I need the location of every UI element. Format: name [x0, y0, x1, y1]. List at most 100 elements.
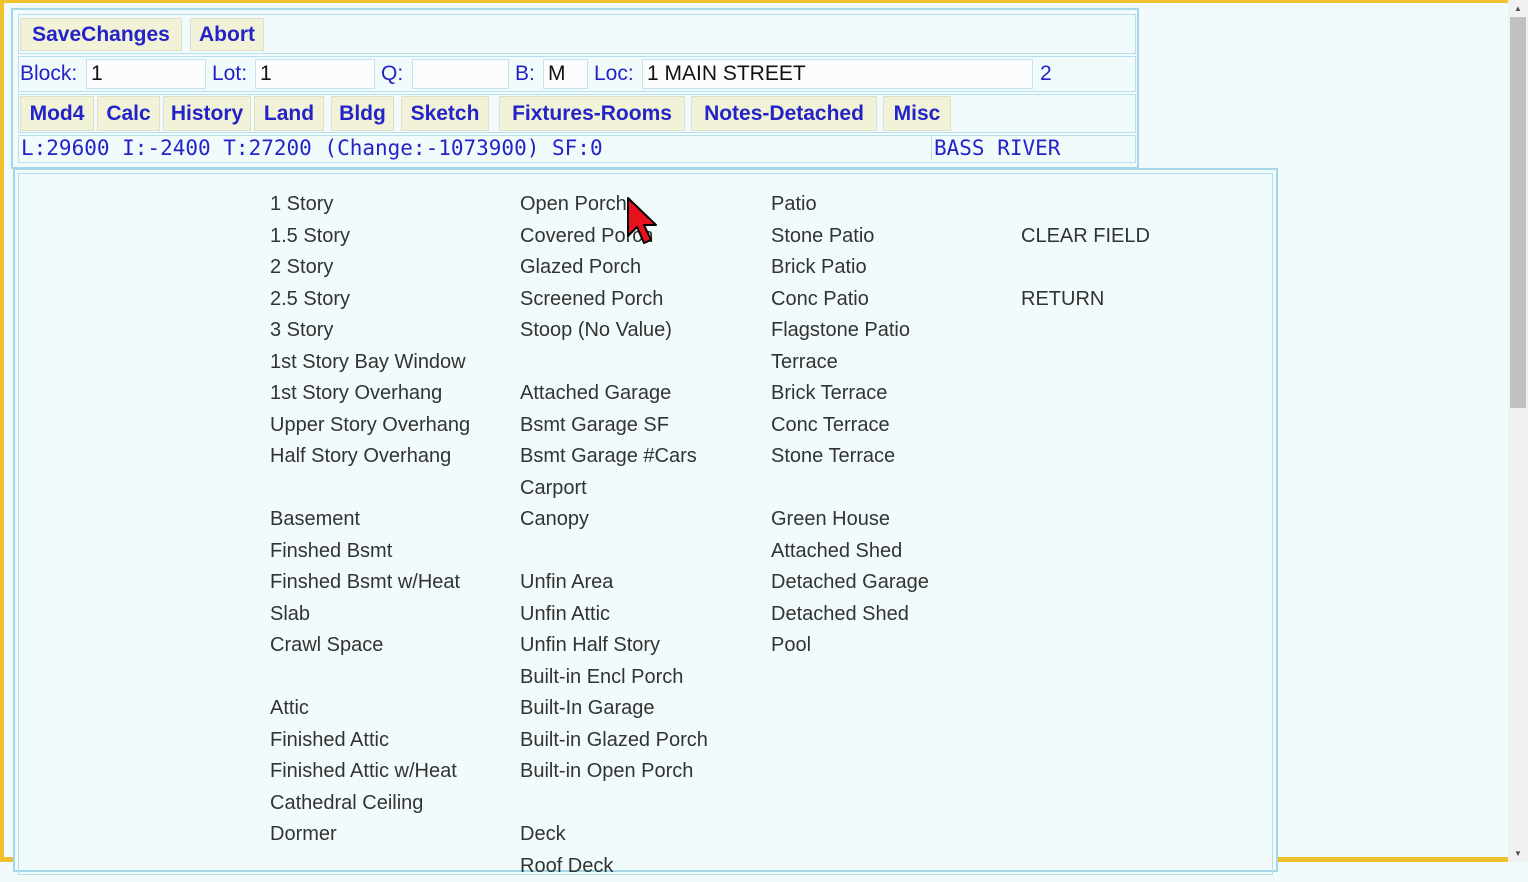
property-id-bar: Block: 1 Lot: 1 Q: B: M Loc: 1 MAIN STRE… — [18, 56, 1136, 92]
feature-item[interactable]: Cathedral Ceiling — [270, 788, 470, 820]
feature-item[interactable]: Half Story Overhang — [270, 441, 470, 473]
feature-item[interactable]: Patio — [771, 189, 929, 221]
save-changes-button[interactable]: SaveChanges — [20, 18, 182, 51]
feature-item[interactable]: Pool — [771, 630, 929, 662]
window-frame-top — [0, 0, 1508, 3]
feature-item[interactable]: Finished Attic w/Heat — [270, 756, 470, 788]
feature-item[interactable]: Bsmt Garage SF — [520, 410, 708, 442]
tab-mod4[interactable]: Mod4 — [20, 96, 94, 131]
tab-notes-detached[interactable]: Notes-Detached — [691, 96, 877, 131]
district-name: BASS RIVER — [931, 136, 1136, 160]
feature-item[interactable]: Canopy — [520, 504, 708, 536]
feature-item[interactable]: Crawl Space — [270, 630, 470, 662]
return-action[interactable]: RETURN — [1021, 284, 1150, 316]
feature-item[interactable]: 1st Story Bay Window — [270, 347, 470, 379]
qualifier-field[interactable] — [412, 59, 509, 89]
feature-item[interactable]: Unfin Attic — [520, 599, 708, 631]
feature-item[interactable]: Finished Attic — [270, 725, 470, 757]
feature-item[interactable]: Unfin Half Story — [520, 630, 708, 662]
tab-calc[interactable]: Calc — [97, 96, 160, 131]
vertical-scrollbar[interactable]: ▲ ▼ — [1508, 0, 1528, 862]
feature-item[interactable]: 3 Story — [270, 315, 470, 347]
mouse-pointer-icon — [626, 196, 660, 246]
feature-item[interactable]: Carport — [520, 473, 708, 505]
action-bar: SaveChanges Abort — [18, 14, 1136, 54]
qualifier-label: Q: — [381, 62, 403, 86]
feature-item[interactable]: Deck — [520, 819, 708, 851]
feature-column-structure: 1 Story 1.5 Story 2 Story 2.5 Story 3 St… — [270, 189, 470, 851]
feature-item[interactable]: Brick Terrace — [771, 378, 929, 410]
tab-misc[interactable]: Misc — [883, 96, 951, 131]
lot-label: Lot: — [212, 62, 247, 86]
feature-item[interactable]: Attic — [270, 693, 470, 725]
feature-item[interactable]: Bsmt Garage #Cars — [520, 441, 708, 473]
building-field[interactable]: M — [543, 59, 588, 89]
block-field[interactable]: 1 — [86, 59, 206, 89]
feature-item[interactable]: Upper Story Overhang — [270, 410, 470, 442]
spacer — [520, 536, 708, 568]
feature-item[interactable]: 1 Story — [270, 189, 470, 221]
value-summary-bar: L:29600 I:-2400 T:27200 (Change:-1073900… — [18, 135, 1136, 163]
feature-column-actions: CLEAR FIELD RETURN — [1021, 189, 1150, 315]
feature-item[interactable]: Terrace — [771, 347, 929, 379]
abort-button[interactable]: Abort — [190, 18, 264, 51]
spacer — [520, 347, 708, 379]
feature-column-patio-outbuildings: Patio Stone Patio Brick Patio Conc Patio… — [771, 189, 929, 662]
scroll-down-arrow-icon[interactable]: ▼ — [1508, 845, 1528, 862]
feature-item[interactable]: 2.5 Story — [270, 284, 470, 316]
feature-item[interactable]: Finshed Bsmt w/Heat — [270, 567, 470, 599]
clear-field-action[interactable]: CLEAR FIELD — [1021, 221, 1150, 253]
feature-item[interactable]: Flagstone Patio — [771, 315, 929, 347]
header-panel: SaveChanges Abort Block: 1 Lot: 1 Q: B: … — [11, 8, 1139, 169]
feature-item[interactable]: Built-in Encl Porch — [520, 662, 708, 694]
feature-item[interactable]: Open Porch — [520, 189, 708, 221]
tab-sketch[interactable]: Sketch — [401, 96, 489, 131]
feature-item[interactable]: 1.5 Story — [270, 221, 470, 253]
feature-item[interactable]: Basement — [270, 504, 470, 536]
spacer — [771, 473, 929, 505]
feature-item[interactable]: Green House — [771, 504, 929, 536]
feature-item[interactable]: Unfin Area — [520, 567, 708, 599]
tab-fixtures-rooms[interactable]: Fixtures-Rooms — [499, 96, 685, 131]
feature-item[interactable]: Attached Garage — [520, 378, 708, 410]
value-summary: L:29600 I:-2400 T:27200 (Change:-1073900… — [19, 136, 929, 160]
tab-bldg[interactable]: Bldg — [331, 96, 394, 131]
feature-selector-panel: 1 Story 1.5 Story 2 Story 2.5 Story 3 St… — [13, 168, 1278, 872]
tab-history[interactable]: History — [163, 96, 251, 131]
feature-item[interactable]: 2 Story — [270, 252, 470, 284]
lot-field[interactable]: 1 — [255, 59, 375, 89]
tab-land[interactable]: Land — [254, 96, 324, 131]
feature-item[interactable]: Stone Patio — [771, 221, 929, 253]
feature-item[interactable]: Slab — [270, 599, 470, 631]
feature-item[interactable]: Stoop (No Value) — [520, 315, 708, 347]
feature-item[interactable]: Conc Terrace — [771, 410, 929, 442]
feature-item[interactable]: Brick Patio — [771, 252, 929, 284]
feature-item[interactable]: Detached Shed — [771, 599, 929, 631]
feature-item[interactable]: 1st Story Overhang — [270, 378, 470, 410]
feature-item[interactable]: Dormer — [270, 819, 470, 851]
feature-item[interactable]: Glazed Porch — [520, 252, 708, 284]
spacer — [1021, 189, 1150, 221]
spacer — [270, 662, 470, 694]
feature-item[interactable]: Covered Porch — [520, 221, 708, 253]
feature-item[interactable]: Built-In Garage — [520, 693, 708, 725]
block-label: Block: — [20, 62, 77, 86]
feature-item[interactable]: Conc Patio — [771, 284, 929, 316]
window-frame-left — [0, 0, 4, 862]
location-field[interactable]: 1 MAIN STREET — [642, 59, 1033, 89]
record-count: 2 — [1040, 62, 1052, 86]
scrollbar-thumb[interactable] — [1510, 17, 1526, 408]
feature-selector-inner: 1 Story 1.5 Story 2 Story 2.5 Story 3 St… — [18, 173, 1273, 875]
feature-item[interactable]: Roof Deck — [520, 851, 708, 882]
tab-bar: Mod4 Calc History Land Bldg Sketch Fixtu… — [18, 94, 1136, 133]
feature-item[interactable]: Finshed Bsmt — [270, 536, 470, 568]
feature-item[interactable]: Built-in Open Porch — [520, 756, 708, 788]
scroll-up-arrow-icon[interactable]: ▲ — [1508, 0, 1528, 17]
feature-item[interactable]: Built-in Glazed Porch — [520, 725, 708, 757]
feature-item[interactable]: Stone Terrace — [771, 441, 929, 473]
building-label: B: — [515, 62, 535, 86]
feature-item[interactable]: Detached Garage — [771, 567, 929, 599]
feature-item[interactable]: Screened Porch — [520, 284, 708, 316]
feature-item[interactable]: Attached Shed — [771, 536, 929, 568]
location-label: Loc: — [594, 62, 634, 86]
